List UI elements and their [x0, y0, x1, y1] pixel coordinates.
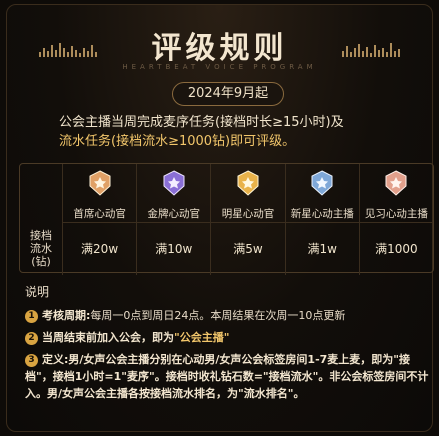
tier-3-name: 明星心动官 — [221, 208, 275, 220]
note-2-head: 当周结束前加入公会，即为 — [42, 331, 174, 344]
orange-medal-icon — [89, 170, 111, 196]
tier-header-row: 首席心动官 金牌心动官 明星心动官 新星心动主播 见习心动主播 — [62, 164, 433, 222]
pink-medal-icon — [385, 170, 407, 196]
tier-5: 见习心动主播 — [358, 164, 433, 222]
gold-medal-icon — [237, 170, 259, 196]
page-subtitle: HEARTBEAT VOICE PROGRAM — [122, 63, 317, 71]
row-label-line-3: (钻) — [31, 254, 51, 268]
row-label-line-2: 流水 — [30, 241, 52, 255]
tier-4: 新星心动主播 — [284, 164, 359, 222]
intro-line-2: 流水任务(接档流水≥1000钻)即可评级。 — [59, 134, 296, 149]
notes-title: 说明 — [25, 285, 50, 299]
tier-2: 金牌心动官 — [136, 164, 210, 222]
intro-text: 公会主播当周完成麦序任务(接档时长≥15小时)及 流水任务(接档流水≥1000钻… — [59, 113, 399, 151]
rules-panel: 评级规则 HEARTBEAT VOICE PROGRAM 2024年9月起 公会… — [6, 4, 435, 432]
tier-2-threshold: 满10w — [136, 223, 210, 275]
tier-2-name: 金牌心动官 — [147, 208, 201, 220]
tier-5-threshold: 满1000 — [358, 223, 433, 275]
note-1: 1 考核周期:每周一0点到周日24点。本周结果在次周一10点更新 — [25, 307, 435, 324]
page-title: 评级规则 — [151, 31, 288, 66]
effective-date-badge: 2024年9月起 — [172, 82, 284, 106]
tier-5-name: 见习心动主播 — [364, 208, 428, 220]
tier-4-name: 新星心动主播 — [290, 208, 354, 220]
note-3-number: 3 — [25, 354, 38, 367]
row-label: 接档 流水 (钻) — [20, 222, 62, 274]
tier-3: 明星心动官 — [210, 164, 284, 222]
intro-line-1: 公会主播当周完成麦序任务(接档时长≥15小时)及 — [59, 115, 344, 130]
row-label-line-1: 接档 — [30, 228, 52, 242]
tier-1: 首席心动官 — [62, 164, 136, 222]
tier-1-threshold: 满20w — [62, 223, 136, 275]
rating-table: 首席心动官 金牌心动官 明星心动官 新星心动主播 见习心动主播 接档 流水 (钻… — [19, 163, 434, 275]
note-3-text: 定义:男/女声公会主播分别在心动男/女声公会标签房间1-7麦上麦，即为"接档"，… — [25, 353, 429, 400]
note-2-number: 2 — [25, 332, 38, 345]
tier-1-name: 首席心动官 — [73, 208, 126, 220]
threshold-row: 满20w 满10w 满5w 满1w 满1000 — [62, 222, 433, 275]
note-1-number: 1 — [25, 310, 38, 323]
blue-medal-icon — [311, 170, 333, 196]
tier-3-threshold: 满5w — [210, 223, 284, 275]
tier-4-threshold: 满1w — [284, 223, 359, 275]
note-1-head: 考核周期: — [42, 309, 91, 322]
note-1-text: 每周一0点到周日24点。本周结果在次周一10点更新 — [90, 309, 346, 322]
note-2-quote: "公会主播" — [174, 331, 230, 344]
note-3: 3 定义:男/女声公会主播分别在心动男/女声公会标签房间1-7麦上麦，即为"接档"… — [25, 351, 430, 402]
purple-medal-icon — [163, 170, 185, 196]
note-2: 2 当周结束前加入公会，即为"公会主播" — [25, 329, 435, 346]
